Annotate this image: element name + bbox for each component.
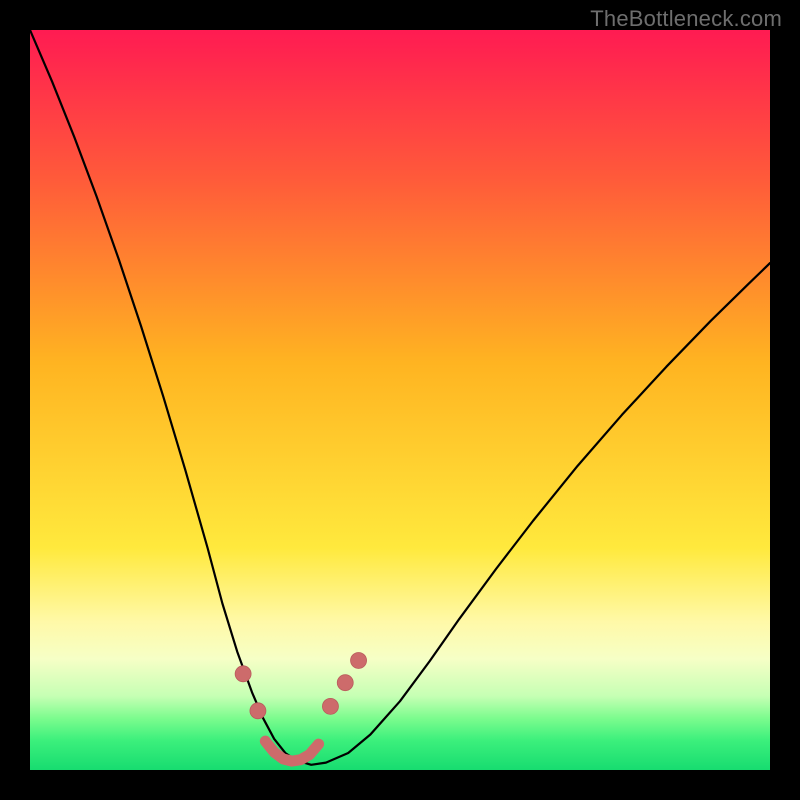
curve-marker <box>322 698 338 714</box>
curve-marker <box>337 675 353 691</box>
curve-marker <box>351 652 367 668</box>
plot-area <box>30 30 770 770</box>
chart-frame: TheBottleneck.com <box>0 0 800 800</box>
watermark-label: TheBottleneck.com <box>590 6 782 32</box>
chart-svg <box>30 30 770 770</box>
curve-marker <box>235 666 251 682</box>
curve-marker <box>250 703 266 719</box>
chart-background <box>30 30 770 770</box>
